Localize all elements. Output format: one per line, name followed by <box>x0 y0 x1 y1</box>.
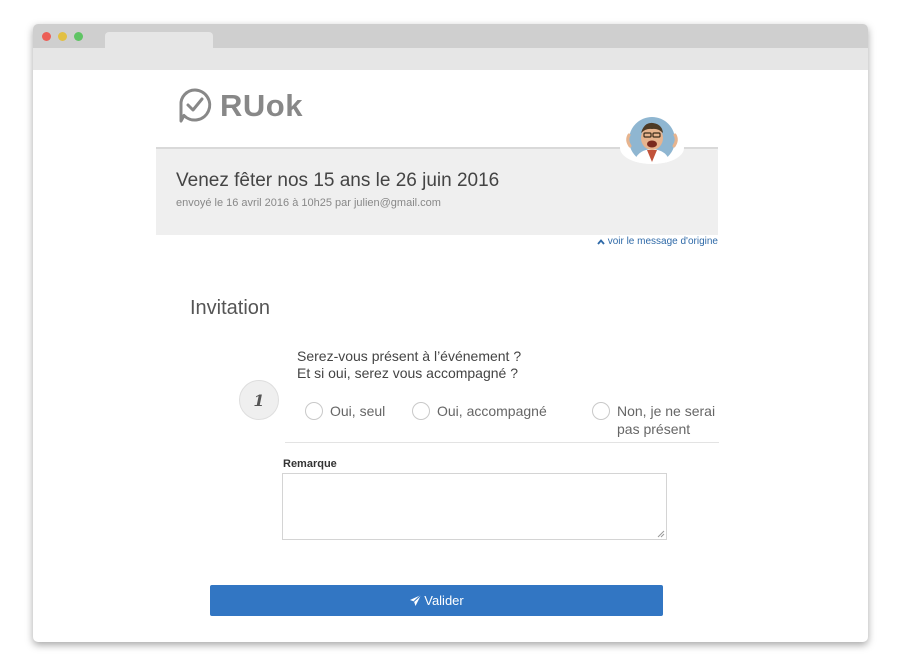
paper-plane-icon <box>410 594 422 606</box>
view-original-label: voir le message d'origine <box>607 236 718 247</box>
avatar-illustration <box>626 117 678 164</box>
view-original-link[interactable]: voir le message d'origine <box>597 236 718 247</box>
question-number-badge: 1 <box>239 380 279 420</box>
browser-tab[interactable] <box>105 32 213 48</box>
radio-yes-alone[interactable] <box>305 402 323 420</box>
question-line-1: Serez-vous présent à l’événement ? <box>297 348 522 364</box>
option-no-label: Non, je ne serai pas présent <box>617 403 716 437</box>
chat-check-icon <box>179 88 212 123</box>
remark-textarea[interactable] <box>282 473 667 540</box>
option-yes-alone-label: Oui, seul <box>330 403 386 419</box>
browser-toolbar <box>33 48 868 70</box>
browser-window: RUok Venez fêter nos 15 ans le 26 juin 2… <box>33 24 868 642</box>
question-line-2: Et si oui, serez vous accompagné ? <box>297 365 519 381</box>
chevron-up-icon <box>597 238 605 245</box>
section-title: Invitation <box>190 297 271 319</box>
message-meta: envoyé le 16 avril 2016 à 10h25 par juli… <box>176 197 441 209</box>
submit-label: Valider <box>424 593 464 608</box>
logo: RUok <box>178 86 303 126</box>
message-title: Venez fêter nos 15 ans le 26 juin 2016 <box>176 170 500 191</box>
option-yes-alone[interactable]: Oui, seul <box>305 402 385 420</box>
submit-button[interactable]: Valider <box>210 585 663 616</box>
close-window-dot[interactable] <box>42 32 51 41</box>
minimize-window-dot[interactable] <box>58 32 67 41</box>
divider <box>285 442 719 443</box>
question-text: Serez-vous présent à l’événement ? Et si… <box>297 348 521 382</box>
logo-text: RUok <box>220 88 303 123</box>
option-no[interactable]: Non, je ne serai pas présent <box>592 402 727 438</box>
avatar <box>620 116 684 164</box>
maximize-window-dot[interactable] <box>74 32 83 41</box>
remark-label: Remarque <box>283 458 337 470</box>
option-yes-accompanied[interactable]: Oui, accompagné <box>412 402 547 420</box>
option-yes-accompanied-label: Oui, accompagné <box>437 403 547 419</box>
browser-titlebar <box>33 24 868 48</box>
radio-yes-accompanied[interactable] <box>412 402 430 420</box>
radio-no[interactable] <box>592 402 610 420</box>
resize-grip-icon[interactable] <box>657 530 665 538</box>
